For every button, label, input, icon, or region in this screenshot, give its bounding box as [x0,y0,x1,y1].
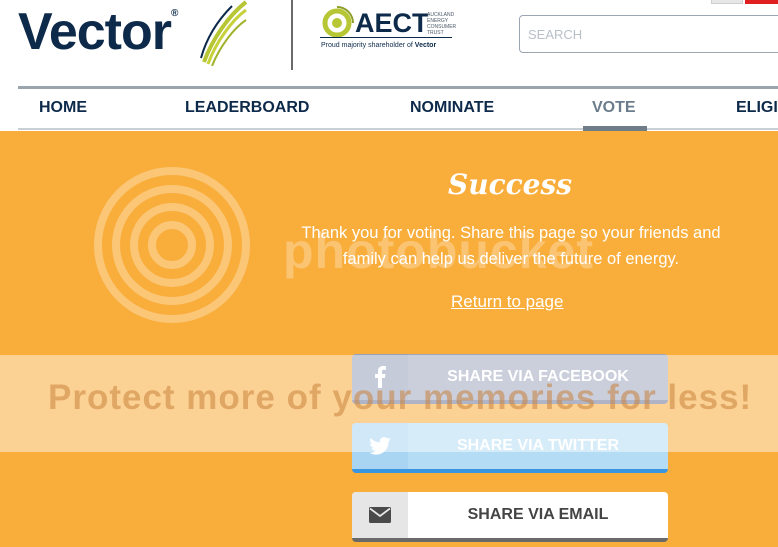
success-title: Success [447,168,573,201]
thank-you-message: Thank you for voting. Share this page so… [301,224,721,268]
email-icon [352,492,408,538]
return-to-page-link[interactable]: Return to page [451,292,563,312]
share-email-button[interactable]: SHARE VIA EMAIL [352,492,668,542]
photobucket-banner-text: Protect more of your memories for less! [48,378,753,417]
share-email-label: SHARE VIA EMAIL [467,506,609,523]
success-panel: photobucket Success Thank you for voting… [0,0,778,547]
